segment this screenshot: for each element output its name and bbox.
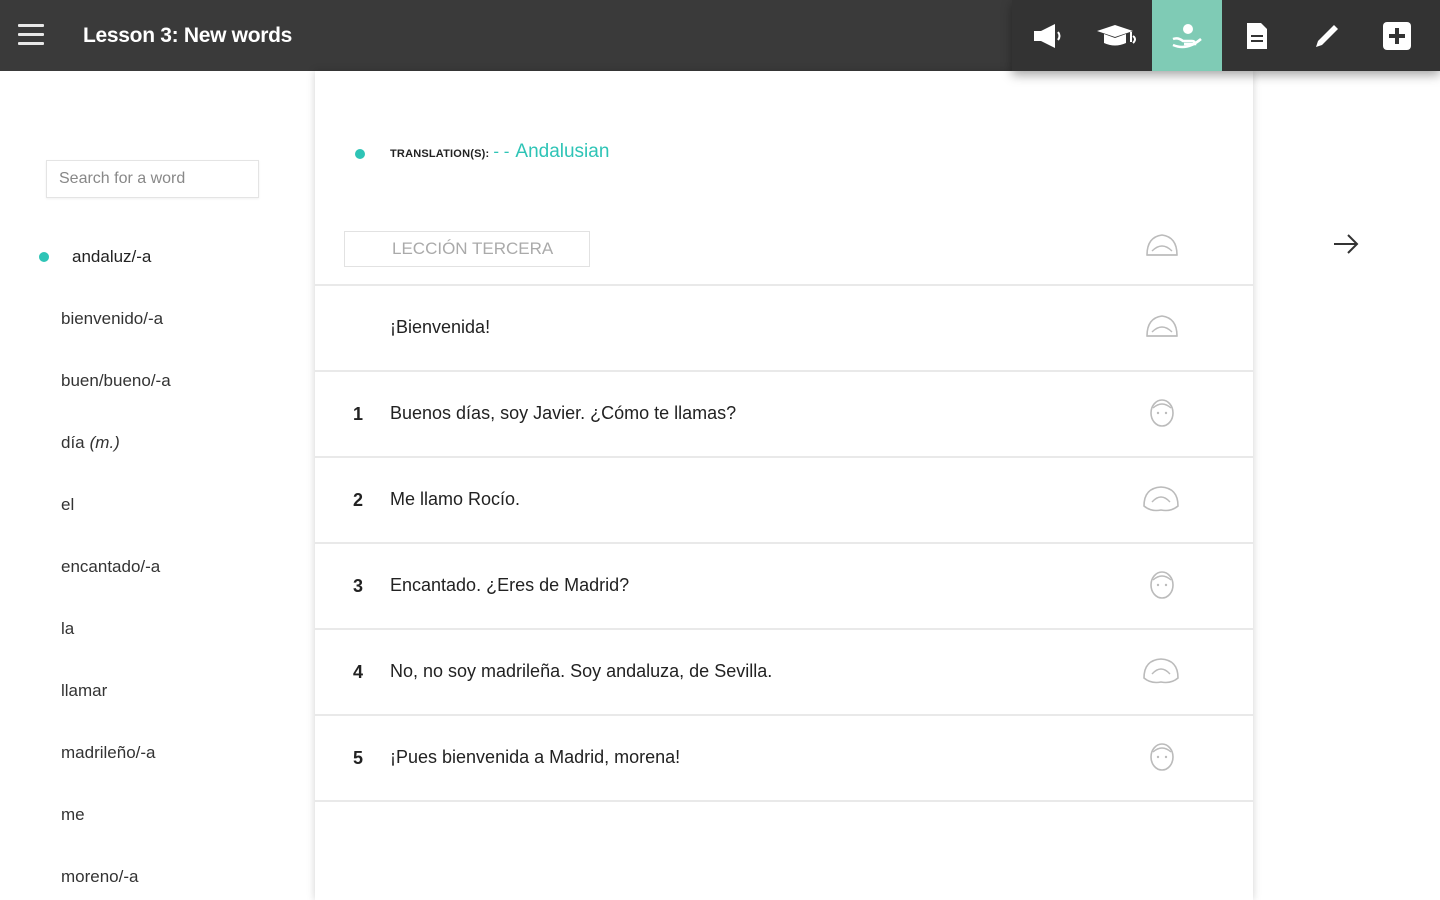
word-item-el[interactable]: el <box>0 474 300 536</box>
male-head-icon[interactable] <box>1143 568 1181 607</box>
page-title: Lesson 3: New words <box>83 24 293 47</box>
word-label: llamar <box>61 681 108 700</box>
sentence-number: 2 <box>353 490 364 510</box>
sentence-row[interactable]: 5 ¡Pues bienvenida a Madrid, morena! <box>315 716 1253 802</box>
sentence-text: Encantado. ¿Eres de Madrid? <box>390 575 630 595</box>
word-label: día <box>61 433 85 452</box>
female-head-icon[interactable] <box>1141 482 1181 521</box>
sentence-number: 1 <box>353 404 364 424</box>
sentence-row[interactable]: 3 Encantado. ¿Eres de Madrid? <box>315 544 1253 630</box>
word-label: encantado/-a <box>61 557 161 576</box>
sentence-row[interactable]: ¡Bienvenida! <box>315 286 1253 372</box>
group-heads-icon[interactable] <box>1143 310 1181 347</box>
word-item-moreno[interactable]: moreno/-a <box>0 846 300 900</box>
top-bar: Lesson 3: New words <box>0 0 1440 71</box>
toolbar <box>1012 0 1440 71</box>
translation-label: TRANSLATION(S): <box>390 148 490 160</box>
word-label: el <box>61 495 75 514</box>
sentence-number: 5 <box>353 748 364 768</box>
graduation-cap-icon[interactable] <box>1082 0 1152 71</box>
word-item-llamar[interactable]: llamar <box>0 660 300 722</box>
sentence-number: 3 <box>353 576 364 596</box>
word-label: moreno/-a <box>61 867 139 886</box>
pencil-icon[interactable] <box>1292 0 1362 71</box>
selected-dot-icon <box>39 252 49 262</box>
translation-separator: - - <box>493 142 510 161</box>
word-item-dia[interactable]: día (m.) <box>0 412 300 474</box>
sentence-row[interactable]: 4 No, no soy madrileña. Soy andaluza, de… <box>315 630 1253 716</box>
lesson-panel: TRANSLATION(S): - - Andalusian LECCIÓN T… <box>315 71 1253 900</box>
sentence-text: Me llamo Rocío. <box>390 489 521 509</box>
male-head-icon[interactable] <box>1143 396 1181 435</box>
sentence-row[interactable]: 2 Me llamo Rocío. <box>315 458 1253 544</box>
translation-value: Andalusian <box>515 141 610 162</box>
word-item-bienvenido[interactable]: bienvenido/-a <box>0 288 300 350</box>
word-label: bienvenido/-a <box>61 309 164 328</box>
lesson-header-row: LECCIÓN TERCERA <box>315 211 1253 286</box>
translation-line: TRANSLATION(S): - - Andalusian <box>355 141 609 163</box>
sentence-text: No, no soy madrileña. Soy andaluza, de S… <box>390 661 773 681</box>
sentence-list: LECCIÓN TERCERA ¡Bienvenida! 1 Buenos dí… <box>315 211 1253 802</box>
lesson-tag: LECCIÓN TERCERA <box>344 231 590 267</box>
sentence-text: ¡Bienvenida! <box>390 317 491 337</box>
sentence-text: ¡Pues bienvenida a Madrid, morena! <box>390 747 681 767</box>
word-item-la[interactable]: la <box>0 598 300 660</box>
translation-dot-icon <box>355 149 365 159</box>
word-item-andaluz[interactable]: andaluz/-a <box>0 226 300 288</box>
search-input[interactable] <box>47 161 258 197</box>
group-heads-icon[interactable] <box>1143 229 1181 266</box>
word-label: madrileño/-a <box>61 743 156 762</box>
arrow-right-icon[interactable] <box>1331 230 1361 258</box>
word-label: la <box>61 619 75 638</box>
document-icon[interactable] <box>1222 0 1292 71</box>
word-item-madrileno[interactable]: madrileño/-a <box>0 722 300 784</box>
word-label: me <box>61 805 85 824</box>
female-head-icon[interactable] <box>1141 654 1181 693</box>
word-gram: (m.) <box>89 433 120 452</box>
search-box <box>46 160 259 198</box>
word-item-encantado[interactable]: encantado/-a <box>0 536 300 598</box>
male-head-icon[interactable] <box>1143 740 1181 779</box>
word-item-me[interactable]: me <box>0 784 300 846</box>
hand-icon[interactable] <box>1152 0 1222 71</box>
word-label: buen/bueno/-a <box>61 371 171 390</box>
word-list: andaluz/-a bienvenido/-a buen/bueno/-a d… <box>0 226 300 900</box>
word-item-bueno[interactable]: buen/bueno/-a <box>0 350 300 412</box>
sentence-number: 4 <box>353 662 364 682</box>
hamburger-menu-icon[interactable] <box>18 24 44 48</box>
word-label: andaluz/-a <box>72 247 152 266</box>
megaphone-icon[interactable] <box>1012 0 1082 71</box>
sentence-text: Buenos días, soy Javier. ¿Cómo te llamas… <box>390 403 737 423</box>
plus-box-icon[interactable] <box>1362 0 1432 71</box>
sentence-row[interactable]: 1 Buenos días, soy Javier. ¿Cómo te llam… <box>315 372 1253 458</box>
